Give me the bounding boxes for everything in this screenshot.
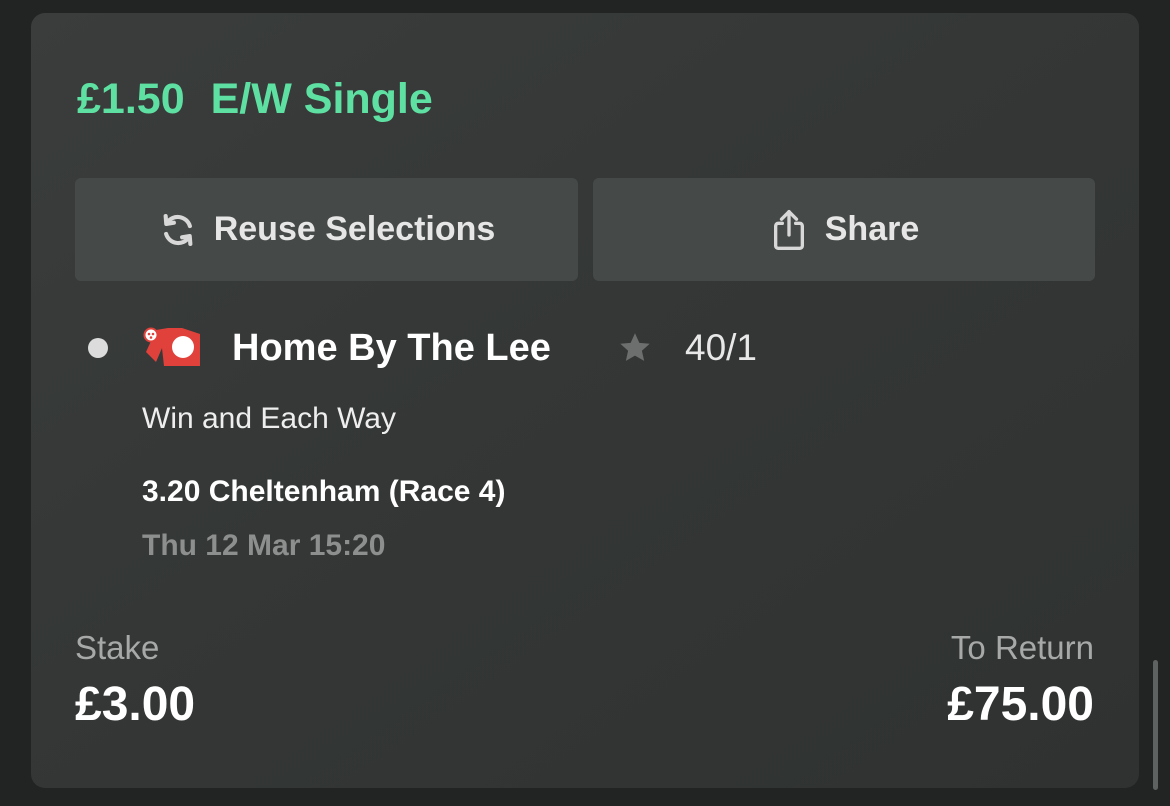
horse-name: Home By The Lee — [232, 327, 551, 369]
bet-type: E/W Single — [210, 75, 433, 123]
refresh-icon — [158, 210, 198, 250]
race-name: 3.20 Cheltenham (Race 4) — [142, 475, 506, 508]
jockey-silks-icon — [142, 326, 202, 370]
market-name: Win and Each Way — [142, 402, 396, 435]
stake-value: £3.00 — [75, 678, 196, 731]
return-value: £75.00 — [947, 678, 1094, 731]
bet-card: £1.50 E/W Single Reuse Selections Share — [31, 13, 1139, 788]
share-button[interactable]: Share — [593, 178, 1095, 281]
share-icon — [769, 209, 809, 250]
bet-header: £1.50 E/W Single — [77, 73, 433, 125]
race-time: Thu 12 Mar 15:20 — [142, 529, 386, 562]
reuse-selections-button[interactable]: Reuse Selections — [75, 178, 578, 281]
return-label: To Return — [950, 629, 1094, 666]
selection-odds: 40/1 — [685, 327, 758, 368]
star-icon[interactable] — [617, 330, 653, 366]
scrollbar[interactable] — [1153, 660, 1158, 790]
reuse-selections-label: Reuse Selections — [213, 210, 496, 248]
bet-stake-amount: £1.50 — [77, 75, 185, 123]
selection-bullet — [88, 338, 108, 358]
share-label: Share — [824, 210, 920, 248]
stake-label: Stake — [75, 629, 160, 666]
